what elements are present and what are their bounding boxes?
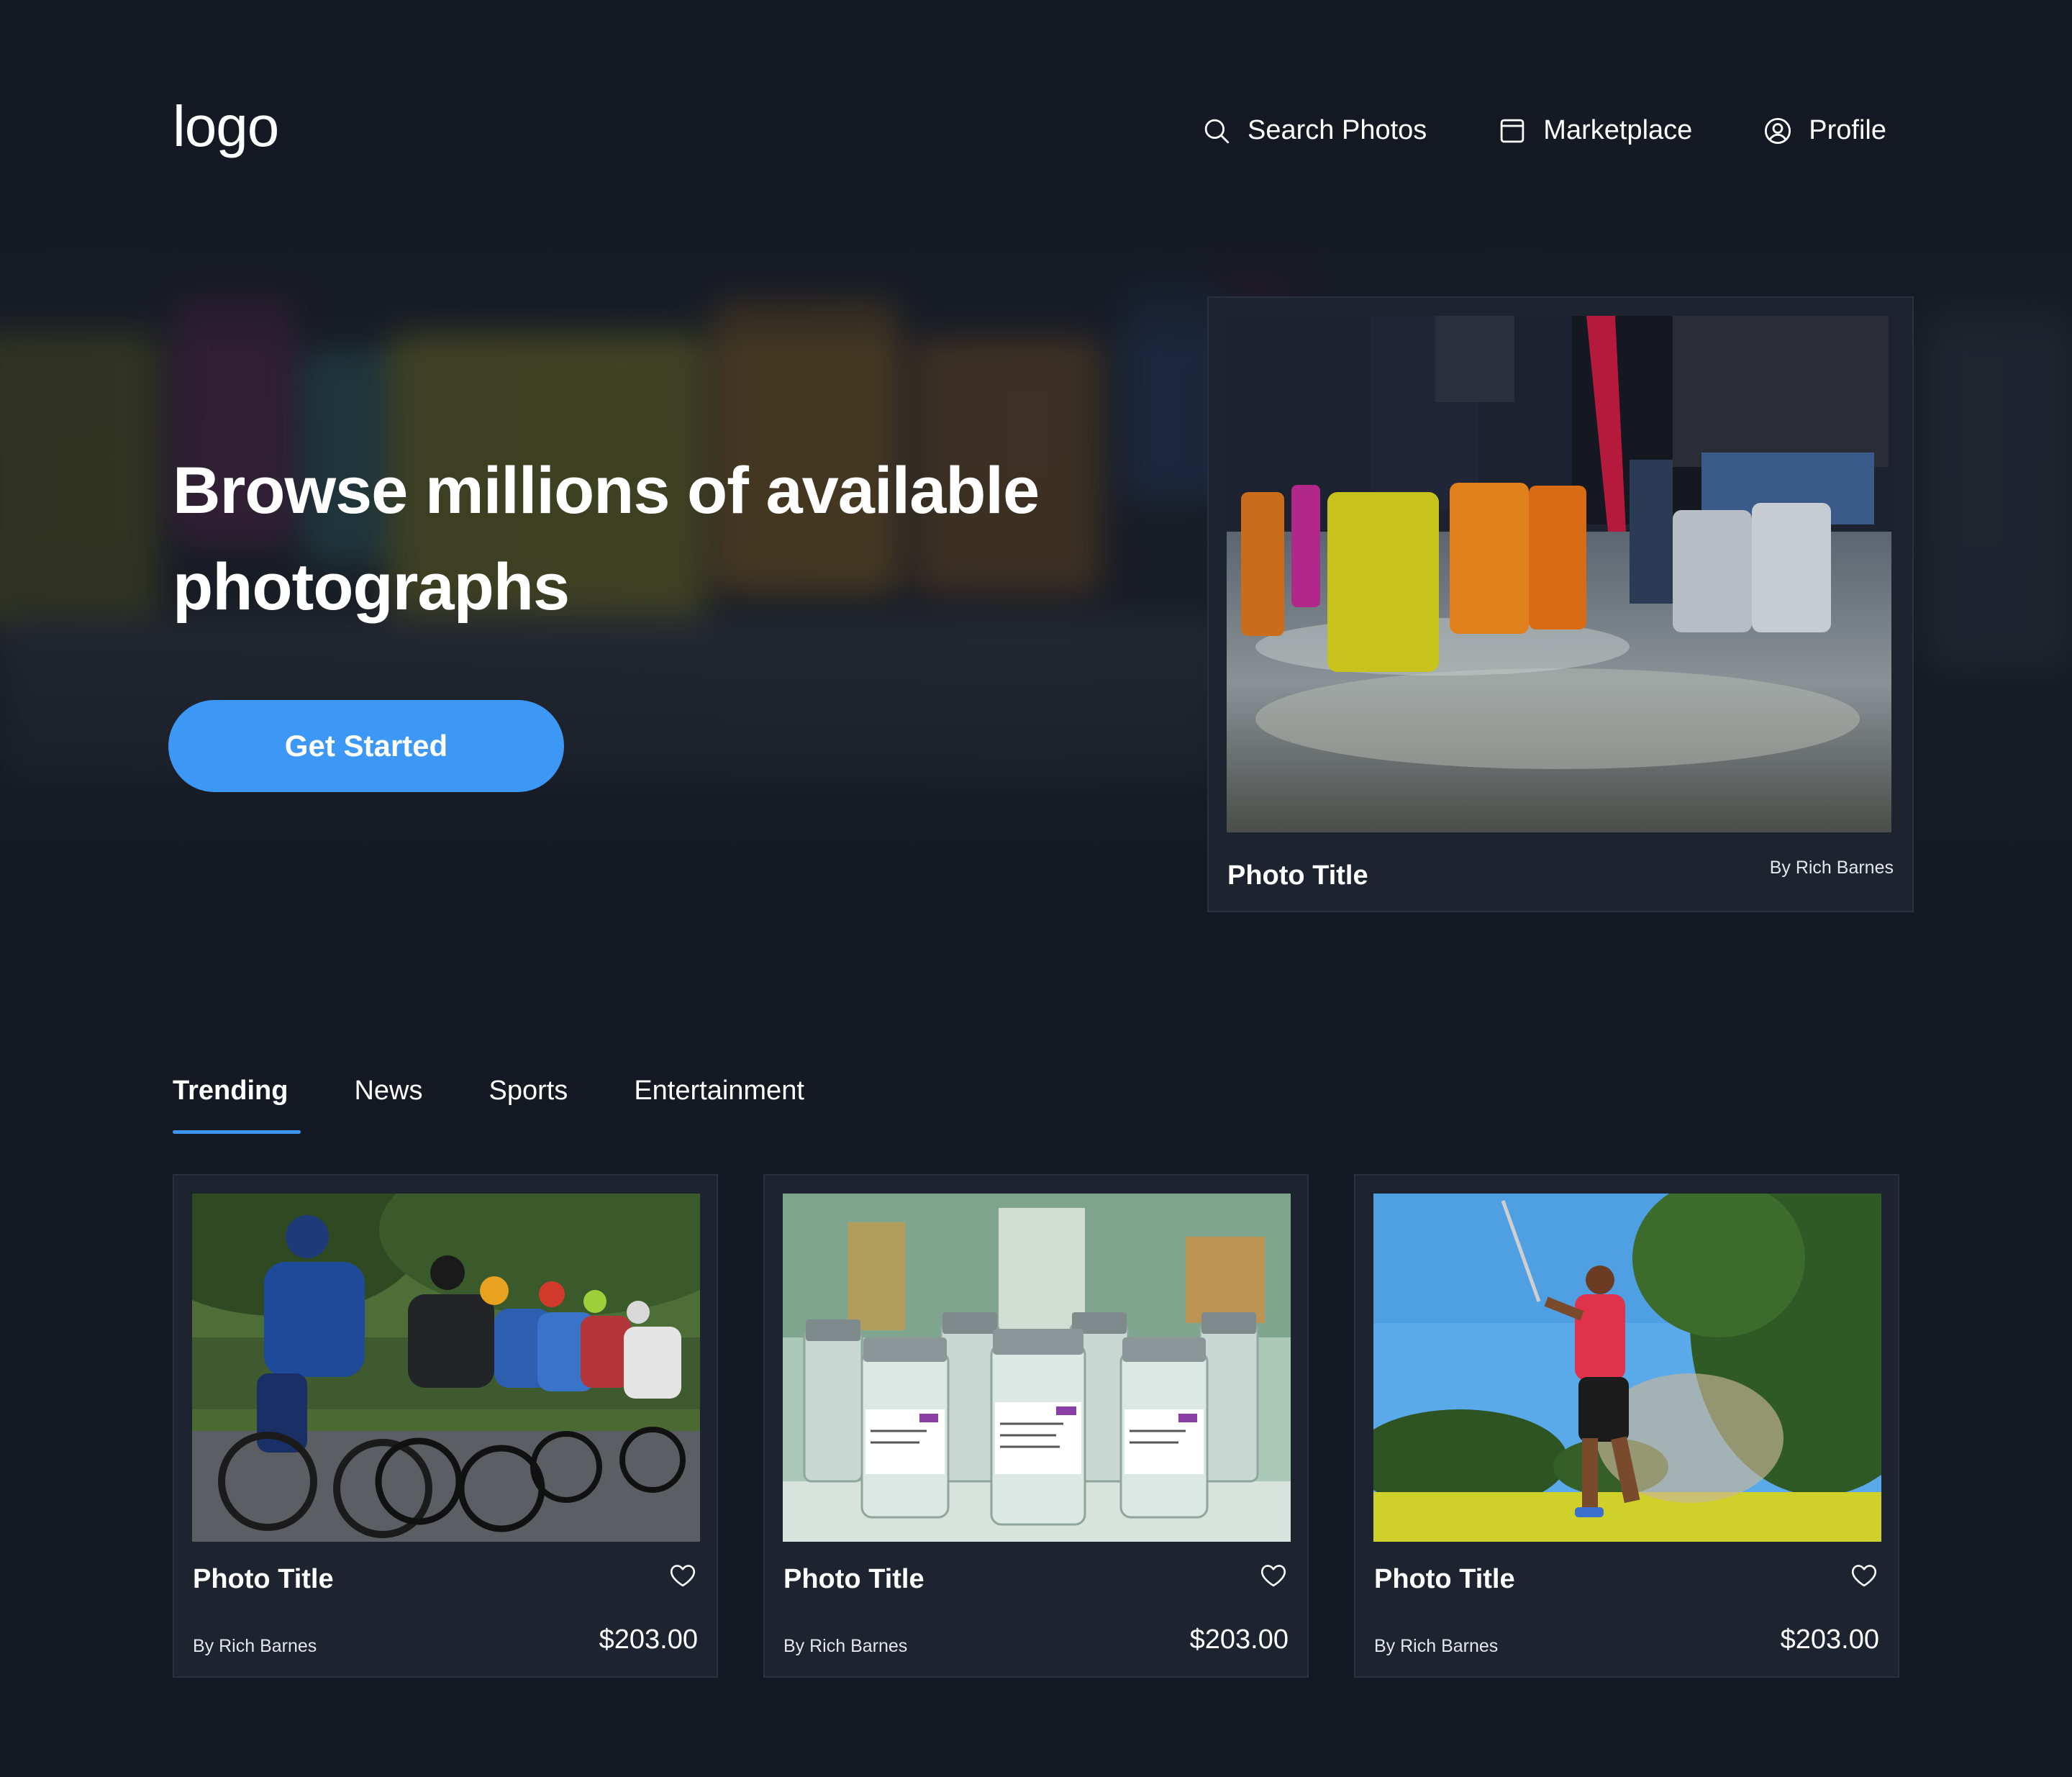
featured-photo-image <box>1227 316 1891 832</box>
nav-search-photos-label: Search Photos <box>1248 115 1427 145</box>
heart-icon[interactable] <box>668 1560 698 1590</box>
heart-icon[interactable] <box>1849 1560 1879 1590</box>
get-started-button[interactable]: Get Started <box>168 700 564 792</box>
nav-profile[interactable]: Profile <box>1763 115 1886 146</box>
featured-photo-card[interactable]: Photo Title By Rich Barnes <box>1207 296 1914 912</box>
photo-card[interactable]: Photo Title By Rich Barnes $203.00 <box>173 1174 718 1678</box>
hero-headline: Browse millions of available photographs <box>173 454 1040 624</box>
cycling-photo-image <box>192 1194 700 1542</box>
search-icon <box>1204 119 1230 143</box>
golf-photo-image <box>1373 1194 1881 1542</box>
card-author[interactable]: By Rich Barnes <box>783 1636 907 1657</box>
card-author[interactable]: By Rich Barnes <box>193 1636 317 1657</box>
heart-icon[interactable] <box>1258 1560 1289 1590</box>
profile-icon <box>1765 117 1791 144</box>
main-nav: Search Photos Marketplace Profile <box>1201 115 1886 146</box>
category-tabs: Trending News Sports Entertainment <box>173 1076 804 1134</box>
tab-sports[interactable]: Sports <box>489 1076 568 1134</box>
tab-trending[interactable]: Trending <box>173 1076 301 1134</box>
nav-marketplace[interactable]: Marketplace <box>1497 115 1692 146</box>
nav-profile-label: Profile <box>1809 115 1886 145</box>
card-title: Photo Title <box>193 1564 334 1594</box>
featured-photo-title: Photo Title <box>1227 860 1368 891</box>
card-photo[interactable] <box>192 1194 700 1542</box>
card-price: $203.00 <box>1780 1624 1879 1655</box>
marketplace-icon <box>1501 119 1525 142</box>
nav-marketplace-label: Marketplace <box>1543 115 1693 145</box>
card-price: $203.00 <box>599 1624 698 1655</box>
photo-card[interactable]: Photo Title By Rich Barnes $203.00 <box>1354 1174 1899 1678</box>
card-photo[interactable] <box>783 1194 1291 1542</box>
featured-photo[interactable] <box>1227 316 1891 832</box>
tab-entertainment[interactable]: Entertainment <box>634 1076 804 1134</box>
photo-card[interactable]: Photo Title By Rich Barnes $203.00 <box>763 1174 1309 1678</box>
tab-news[interactable]: News <box>354 1076 422 1134</box>
header: logo Search Photos Marketplace Profile <box>0 0 2072 241</box>
card-title: Photo Title <box>783 1564 924 1594</box>
page: logo Search Photos Marketplace Profile B… <box>0 0 2072 1777</box>
vaccine-photo-image <box>783 1194 1291 1542</box>
card-author[interactable]: By Rich Barnes <box>1374 1636 1498 1657</box>
card-photo[interactable] <box>1373 1194 1881 1542</box>
card-title: Photo Title <box>1374 1564 1515 1594</box>
card-price: $203.00 <box>1189 1624 1289 1655</box>
featured-photo-author[interactable]: By Rich Barnes <box>1770 858 1894 878</box>
nav-search-photos[interactable]: Search Photos <box>1201 115 1427 146</box>
logo[interactable]: logo <box>173 94 279 160</box>
